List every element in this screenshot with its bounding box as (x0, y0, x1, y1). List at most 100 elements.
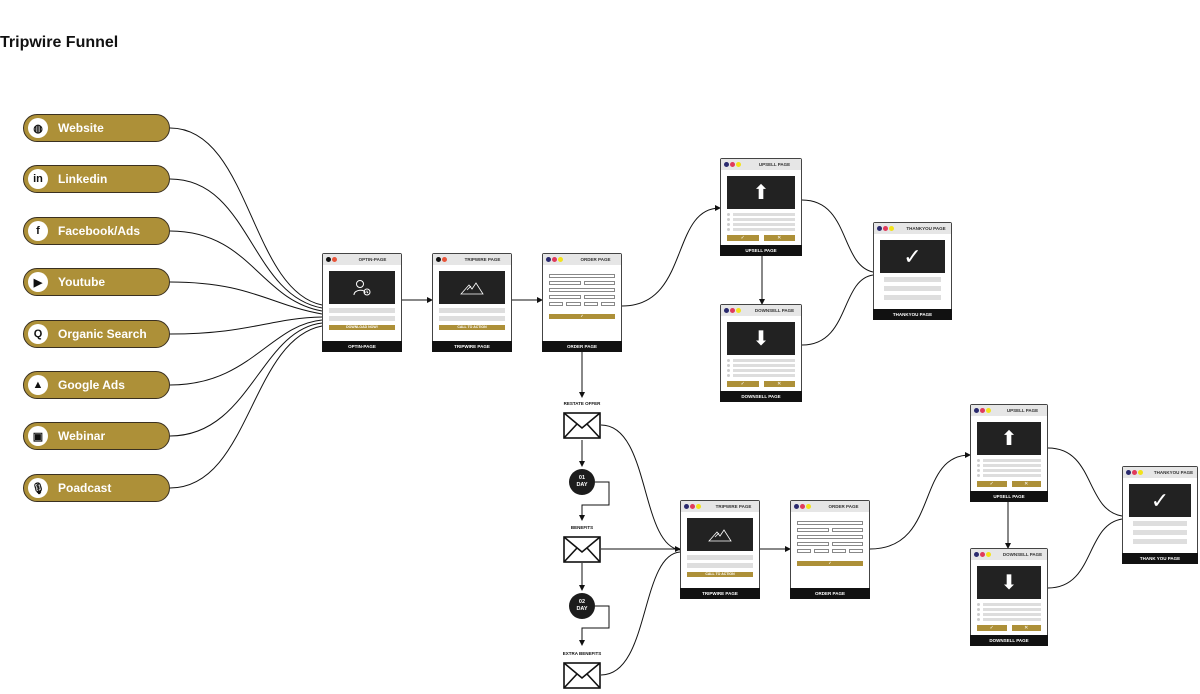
source-organic-search[interactable]: Q Organic Search (23, 320, 170, 348)
email-label-benefits: BENEFITS (570, 525, 594, 530)
accept-button[interactable]: ✓ (727, 381, 759, 387)
globe-icon: ◍ (28, 118, 48, 138)
delay-unit: DAY (576, 482, 588, 488)
card-footer: ORDER PAGE (542, 341, 622, 352)
card-title: UPSELL PAGE (758, 162, 791, 167)
youtube-icon: ▶ (28, 272, 48, 292)
source-label: Linkedin (58, 172, 108, 186)
thankyou-page-card-2[interactable]: THANKYOU PAGE ✓ THANK YOU PAGE (1122, 466, 1198, 564)
downsell-page-card-2[interactable]: DOWNSELL PAGE ⬇ ✓ ✕ DOWNSELL PAGE (970, 548, 1048, 646)
card-title: ORDER PAGE (828, 504, 859, 509)
delay-day-2: 02 DAY (569, 593, 595, 619)
wire-youtube (169, 281, 323, 315)
card-footer: TRIPWIRE PAGE (680, 588, 760, 599)
card-footer: UPSELL PAGE (970, 491, 1048, 502)
wire-googleads (169, 319, 323, 386)
submit-order-button[interactable]: ✓ (797, 561, 863, 566)
download-now-button[interactable]: DOWNLOAD NOW! (329, 325, 395, 330)
source-label: Facebook/Ads (58, 224, 141, 238)
microphone-icon: 🎙 (28, 478, 48, 498)
card-title: UPSELL PAGE (1006, 408, 1039, 413)
source-label: Website (58, 121, 104, 135)
wire-email3-tripwire2 (600, 551, 681, 676)
card-title: ORDER PAGE (580, 257, 611, 262)
wire-linkedin (169, 178, 323, 309)
wire-upsell2-thankyou2 (1047, 447, 1123, 517)
accept-button[interactable]: ✓ (977, 481, 1007, 487)
source-label: Webinar (58, 429, 106, 443)
upsell-page-card[interactable]: UPSELL PAGE ⬆ ✓ ✕ UPSELL PAGE (720, 158, 802, 256)
optin-page-card[interactable]: OPTIN-PAGE DOWNLOAD NOW! OPTIN-PAGE (322, 253, 402, 352)
card-footer: UPSELL PAGE (720, 245, 802, 256)
source-label: Youtube (58, 275, 106, 289)
facebook-icon: f (28, 221, 48, 241)
google-ads-icon: ▲ (28, 375, 48, 395)
card-title: TRIPWIRE PAGE (464, 257, 501, 262)
mountain-icon (687, 518, 753, 551)
source-label: Organic Search (58, 327, 147, 341)
delay-number: 01 (578, 475, 586, 481)
call-to-action-button[interactable]: CALL TO ACTION (687, 572, 753, 577)
wire-downsell-thankyou (801, 274, 874, 346)
envelope-icon[interactable] (563, 536, 601, 563)
card-footer: DOWNSELL PAGE (970, 635, 1048, 646)
delay-day-1: 01 DAY (569, 469, 595, 495)
delay-unit: DAY (576, 606, 588, 612)
wire-upsell-thankyou (801, 199, 874, 273)
downsell-page-card[interactable]: DOWNSELL PAGE ⬇ ✓ ✕ DOWNSELL PAGE (720, 304, 802, 402)
wire-downsell2-thankyou2 (1047, 518, 1123, 589)
wire-order2-upsell2 (869, 452, 971, 550)
source-website[interactable]: ◍ Website (23, 114, 170, 142)
thankyou-page-card[interactable]: THANKYOU PAGE ✓ THANKYOU PAGE (873, 222, 952, 320)
webinar-icon: ▣ (28, 426, 48, 446)
checkmark-icon: ✓ (1129, 484, 1191, 517)
card-footer: THANKYOU PAGE (873, 309, 952, 320)
order-page-card-2[interactable]: ORDER PAGE ✓ ORDER PAGE (790, 500, 870, 599)
card-footer: TRIPWIRE PAGE (432, 341, 512, 352)
source-linkedin[interactable]: in Linkedin (23, 165, 170, 193)
card-title: THANKYOU PAGE (1153, 470, 1194, 475)
tripwire-page-card[interactable]: TRIPWIRE PAGE CALL TO ACTION TRIPWIRE PA… (432, 253, 512, 352)
arrow-down-icon: ⬇ (727, 322, 795, 355)
delay-number: 02 (578, 599, 586, 605)
user-clock-icon (329, 271, 395, 304)
envelope-icon[interactable] (563, 662, 601, 689)
wire-order-upsell (621, 205, 721, 307)
source-facebook[interactable]: f Facebook/Ads (23, 217, 170, 245)
email-label-restate: RESTATE OFFER (563, 401, 601, 406)
source-webinar[interactable]: ▣ Webinar (23, 422, 170, 450)
submit-order-button[interactable]: ✓ (549, 314, 615, 319)
source-google-ads[interactable]: ▲ Google Ads (23, 371, 170, 399)
source-youtube[interactable]: ▶ Youtube (23, 268, 170, 296)
decline-button[interactable]: ✕ (1011, 625, 1041, 631)
source-podcast[interactable]: 🎙 Poadcast (23, 474, 170, 502)
wire-email1-tripwire2 (600, 424, 681, 551)
card-footer: OPTIN-PAGE (322, 341, 402, 352)
card-footer: THANK YOU PAGE (1122, 553, 1198, 564)
card-title: TRIPWIRE PAGE (715, 504, 752, 509)
upsell-page-card-2[interactable]: UPSELL PAGE ⬆ ✓ ✕ UPSELL PAGE (970, 404, 1048, 502)
tripwire-page-card-2[interactable]: TRIPWIRE PAGE CALL TO ACTION TRIPWIRE PA… (680, 500, 760, 599)
accept-button[interactable]: ✓ (977, 625, 1007, 631)
checkmark-icon: ✓ (880, 240, 945, 273)
card-title: THANKYOU PAGE (906, 226, 946, 231)
source-label: Google Ads (58, 378, 125, 392)
arrow-down-icon: ⬇ (977, 566, 1041, 599)
decline-button[interactable]: ✕ (763, 235, 795, 241)
card-footer: DOWNSELL PAGE (720, 391, 802, 402)
card-title: OPTIN-PAGE (358, 257, 387, 262)
arrow-up-icon: ⬆ (727, 176, 795, 209)
call-to-action-button[interactable]: CALL TO ACTION (439, 325, 505, 330)
envelope-icon[interactable] (563, 412, 601, 439)
decline-button[interactable]: ✕ (1011, 481, 1041, 487)
email-label-extra-benefits: EXTRA BENEFITS (562, 651, 602, 656)
card-footer: ORDER PAGE (790, 588, 870, 599)
card-title: DOWNSELL PAGE (1002, 552, 1043, 557)
accept-button[interactable]: ✓ (727, 235, 759, 241)
arrow-up-icon: ⬆ (977, 422, 1041, 455)
wire-podcast (169, 325, 323, 489)
order-page-card[interactable]: ORDER PAGE ✓ ORDER PAGE (542, 253, 622, 352)
linkedin-icon: in (28, 169, 48, 189)
decline-button[interactable]: ✕ (763, 381, 795, 387)
mountain-icon (439, 271, 505, 304)
